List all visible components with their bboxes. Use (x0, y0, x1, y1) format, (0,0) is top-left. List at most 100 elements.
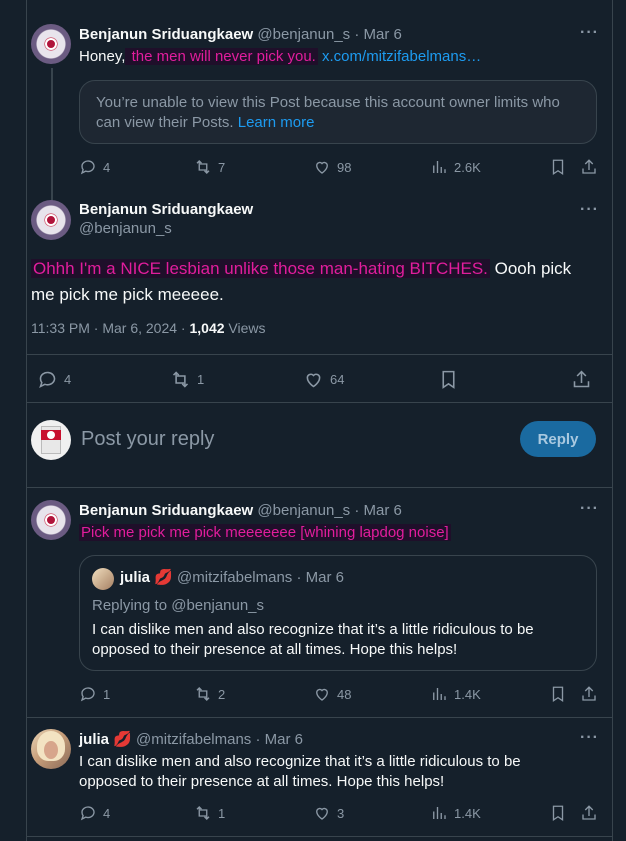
views-button[interactable]: 2.6K (430, 158, 481, 176)
reply-button[interactable]: 4 (79, 158, 110, 176)
reply-icon (80, 806, 95, 821)
repost-icon (172, 371, 189, 388)
reply-button[interactable]: 1 (79, 685, 110, 703)
post-header: Benjanun Sriduangkaew @benjanun_s · Mar … (79, 501, 402, 521)
more-icon[interactable]: ··· (580, 500, 599, 518)
post-date: · Mar 6 (296, 569, 344, 586)
divider (27, 717, 612, 718)
reply-icon (80, 687, 95, 702)
reply-submit-button[interactable]: Reply (520, 421, 596, 457)
repost-button[interactable]: 1 (194, 804, 225, 822)
repost-button[interactable]: 2 (194, 685, 225, 703)
bookmark-icon (552, 686, 564, 703)
share-button[interactable] (580, 685, 598, 703)
post-text: Pick me pick me pick meeeeeee [whining l… (79, 523, 451, 543)
like-icon (316, 688, 328, 701)
bookmark-button[interactable] (438, 369, 459, 390)
share-icon (573, 370, 590, 388)
post-date[interactable]: · Mar 6 (354, 26, 402, 43)
replying-to: Replying to @benjanun_s (92, 597, 265, 614)
like-icon (306, 373, 321, 388)
avatar[interactable] (31, 729, 71, 769)
post-header: Benjanun Sriduangkaew @benjanun_s · Mar … (79, 25, 402, 45)
bookmark-icon (442, 370, 455, 389)
notice-text: You’re unable to view this Post because … (96, 94, 560, 131)
quote-text: I can dislike men and also recognize tha… (92, 621, 534, 658)
unavailable-post-notice: You’re unable to view this Post because … (79, 80, 597, 144)
share-icon (582, 805, 596, 820)
repost-button[interactable]: 1 (170, 369, 204, 390)
views-button[interactable]: 1.4K (430, 685, 481, 703)
post-text: I can dislike men and also recognize tha… (79, 753, 521, 790)
author-handle: @mitzifabelmans (177, 569, 293, 586)
divider (27, 836, 612, 837)
author-name[interactable]: julia (79, 731, 109, 748)
repost-icon (196, 806, 210, 820)
divider (27, 354, 612, 355)
reply-icon (39, 371, 56, 389)
views-icon (433, 807, 446, 819)
bookmark-button[interactable] (549, 685, 567, 703)
repost-icon (196, 160, 210, 174)
avatar (92, 568, 114, 590)
highlighted-text: Ohhh I'm a NICE lesbian unlike those man… (31, 259, 490, 278)
timeline-border-left (26, 0, 27, 841)
bookmark-icon (552, 159, 564, 176)
author-handle[interactable]: @benjanun_s (257, 26, 350, 43)
avatar[interactable] (31, 200, 71, 240)
bookmark-button[interactable] (549, 158, 567, 176)
share-icon (582, 686, 596, 701)
reply-button[interactable]: 4 (37, 369, 71, 390)
more-icon[interactable]: ··· (580, 24, 599, 42)
repost-icon (196, 687, 210, 701)
avatar (31, 420, 71, 460)
views-icon (433, 161, 446, 173)
reply-input[interactable]: Post your reply (81, 428, 214, 451)
post-text: Honey, the men will never pick you. x.co… (79, 48, 482, 65)
post-header: julia 💋 @mitzifabelmans · Mar 6 (79, 730, 303, 750)
kiss-icon: 💋 (154, 569, 173, 586)
post-date[interactable]: · Mar 6 (354, 502, 402, 519)
author-name[interactable]: Benjanun Sriduangkaew (79, 201, 253, 218)
share-button[interactable] (580, 158, 598, 176)
like-button[interactable]: 64 (303, 369, 344, 390)
avatar[interactable] (31, 24, 71, 64)
more-icon[interactable]: ··· (580, 729, 599, 747)
like-button[interactable]: 98 (313, 158, 351, 176)
highlighted-text: the men will never pick you. (125, 48, 318, 65)
share-button[interactable] (580, 804, 598, 822)
share-button[interactable] (571, 369, 592, 390)
repost-button[interactable]: 7 (194, 158, 225, 176)
views-count: 1,042 (189, 320, 225, 336)
post-text: Ohhh I'm a NICE lesbian unlike those man… (31, 259, 572, 304)
more-icon[interactable]: ··· (580, 201, 599, 219)
post-date[interactable]: · Mar 6 (255, 731, 303, 748)
quoted-post[interactable]: julia 💋 @mitzifabelmans · Mar 6 Replying… (79, 555, 597, 671)
post-link[interactable]: x.com/mitzifabelmans… (322, 48, 481, 65)
like-icon (316, 807, 328, 820)
like-button[interactable]: 3 (313, 804, 344, 822)
avatar[interactable] (31, 500, 71, 540)
author-handle[interactable]: @benjanun_s (79, 219, 253, 239)
post-header: Benjanun Sriduangkaew @benjanun_s (79, 201, 253, 239)
author-name[interactable]: Benjanun Sriduangkaew (79, 26, 253, 43)
views-icon (433, 688, 446, 700)
thread-connector-line (51, 68, 53, 206)
author-name[interactable]: Benjanun Sriduangkaew (79, 502, 253, 519)
reply-button[interactable]: 4 (79, 804, 110, 822)
highlighted-text: Pick me pick me pick meeeeeee [whining l… (79, 524, 451, 541)
share-icon (582, 159, 596, 174)
post-timestamp: 11:33 PM · Mar 6, 2024 · 1,042 Views (31, 320, 266, 336)
views-button[interactable]: 1.4K (430, 804, 481, 822)
like-button[interactable]: 48 (313, 685, 351, 703)
bookmark-icon (552, 805, 564, 822)
reply-icon (80, 160, 95, 175)
bookmark-button[interactable] (549, 804, 567, 822)
quote-header: julia 💋 @mitzifabelmans · Mar 6 (120, 568, 344, 588)
timeline-border-right (612, 0, 613, 841)
divider (27, 402, 612, 403)
kiss-icon: 💋 (113, 731, 132, 748)
author-handle[interactable]: @mitzifabelmans (136, 731, 251, 748)
author-handle[interactable]: @benjanun_s (257, 502, 350, 519)
learn-more-link[interactable]: Learn more (238, 114, 315, 131)
